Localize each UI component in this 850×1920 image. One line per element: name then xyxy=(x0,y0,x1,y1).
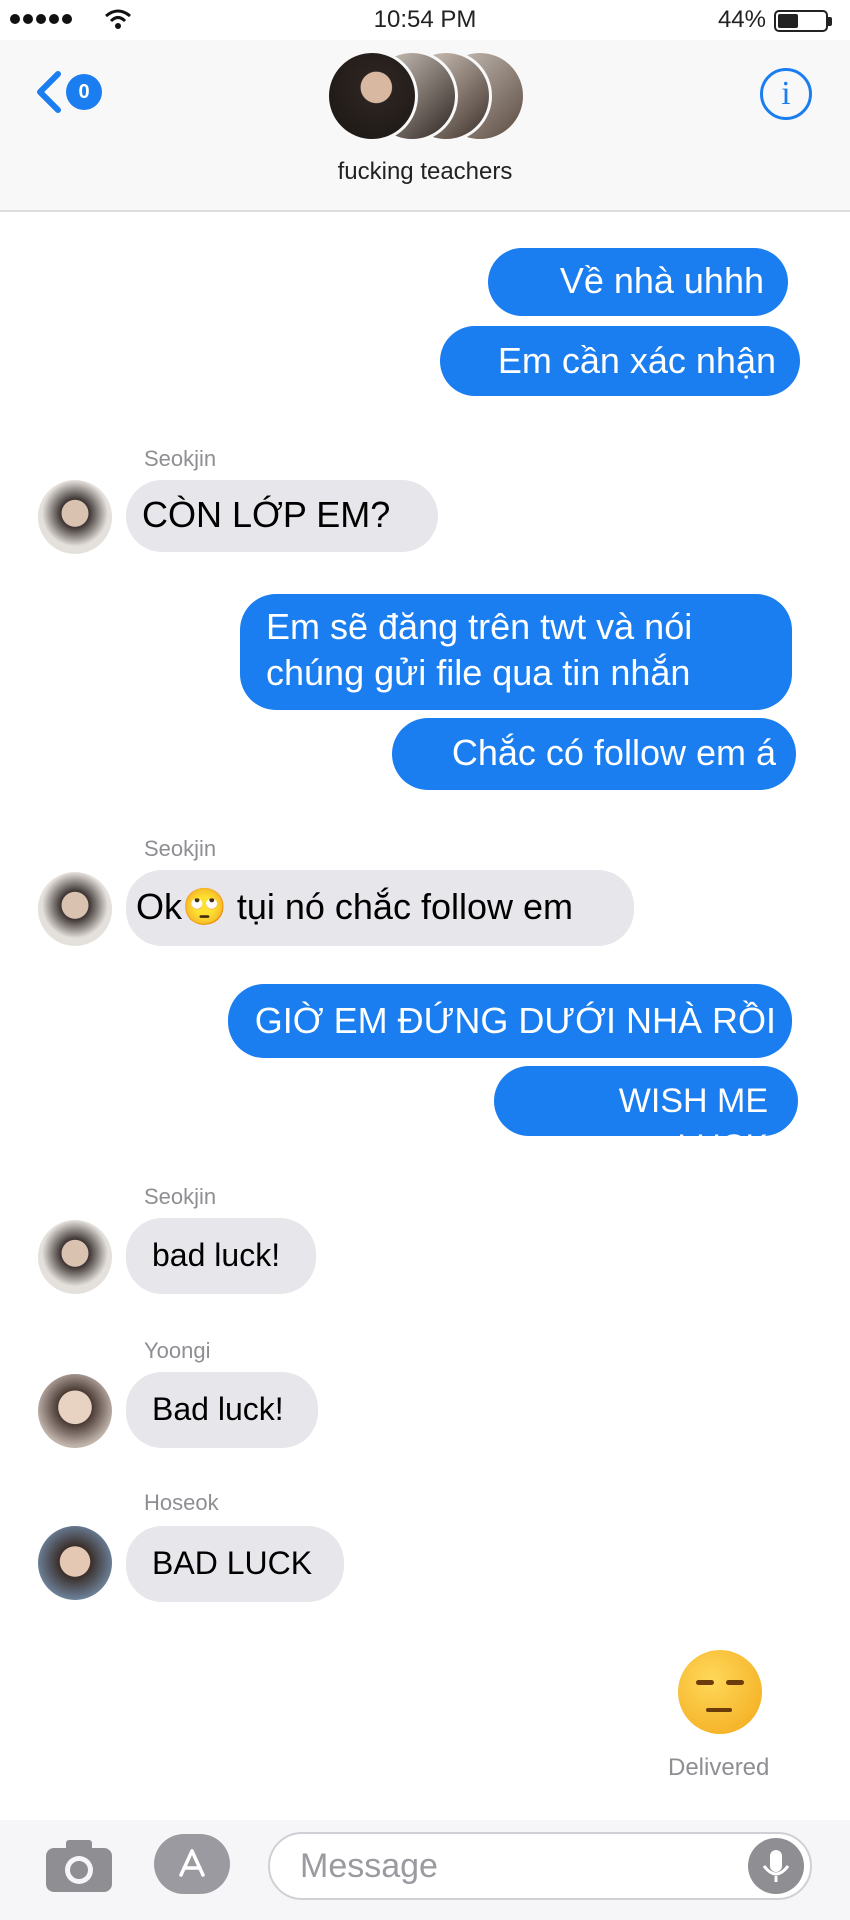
sender-name: Hoseok xyxy=(144,1490,219,1515)
message-text: BAD LUCK xyxy=(152,1545,313,1581)
sent-message[interactable]: Em sẽ đăng trên twt và nói chúng gửi fil… xyxy=(240,594,792,710)
sender-name: Seokjin xyxy=(144,446,217,471)
message-text: CÒN LỚP EM? xyxy=(142,494,391,535)
app-store-glyph xyxy=(179,1849,205,1877)
back-button[interactable]: 0 xyxy=(34,70,102,114)
avatar[interactable] xyxy=(38,1526,112,1600)
status-bar: 10:54 PM 44% xyxy=(0,0,850,40)
avatar[interactable] xyxy=(38,872,112,946)
received-message[interactable]: CÒN LỚP EM? xyxy=(126,480,438,552)
message-text: Chắc có follow em á xyxy=(451,732,776,773)
message-text: bad luck! xyxy=(152,1237,281,1273)
sent-message[interactable]: GIỜ EM ĐỨNG DƯỚI NHÀ RỒI xyxy=(228,984,792,1058)
info-icon: i xyxy=(781,75,791,112)
received-message[interactable]: Bad luck! xyxy=(126,1372,318,1448)
received-message[interactable]: bad luck! xyxy=(126,1218,316,1294)
sender-name: Yoongi xyxy=(144,1338,211,1363)
message-text: Ok🙄 tụi nó chắc follow em xyxy=(136,886,573,927)
battery-fill xyxy=(778,14,799,28)
message-text: Em cần xác nhận xyxy=(497,340,776,381)
battery-icon xyxy=(774,10,832,32)
message-text-line: chúng gửi file qua tin nhắn xyxy=(266,652,691,693)
sent-message[interactable]: WISH ME LUCK xyxy=(494,1066,798,1166)
sender-name: Seokjin xyxy=(144,1184,217,1209)
message-text: WISH ME LUCK xyxy=(618,1082,768,1166)
unamused-face-icon[interactable] xyxy=(678,1650,762,1734)
avatar[interactable] xyxy=(38,1374,112,1448)
camera-icon[interactable] xyxy=(44,1838,114,1894)
chevron-left-icon xyxy=(37,71,61,113)
info-button[interactable]: i xyxy=(760,68,812,120)
sent-message[interactable]: Về nhà uhhh xyxy=(488,248,788,316)
group-name[interactable]: fucking teachers xyxy=(0,158,850,186)
message-text: Bad luck! xyxy=(152,1391,284,1427)
avatar[interactable] xyxy=(38,1220,112,1294)
sender-name: Seokjin xyxy=(144,836,217,861)
group-member-avatar xyxy=(326,50,418,142)
sent-message[interactable]: Chắc có follow em á xyxy=(392,718,796,790)
sent-message[interactable]: Em cần xác nhận xyxy=(440,326,800,396)
compose-bar xyxy=(0,1820,850,1920)
received-message[interactable]: BAD LUCK xyxy=(126,1526,344,1602)
microphone-icon[interactable] xyxy=(748,1838,804,1894)
group-avatar-stack[interactable] xyxy=(326,50,526,146)
unread-count-badge: 0 xyxy=(66,74,102,110)
received-message[interactable]: Ok🙄 tụi nó chắc follow em xyxy=(126,870,634,946)
conversation-header: 0 fucking teachers i xyxy=(0,40,850,212)
app-store-icon[interactable] xyxy=(154,1834,230,1894)
delivered-status: Delivered xyxy=(668,1754,770,1781)
message-text: GIỜ EM ĐỨNG DƯỚI NHÀ RỒI xyxy=(254,1000,776,1041)
message-text-line: Em sẽ đăng trên twt và nói xyxy=(266,606,693,647)
message-text: Về nhà uhhh xyxy=(559,260,764,301)
battery-percentage: 44% xyxy=(717,6,766,33)
avatar[interactable] xyxy=(38,480,112,554)
message-input[interactable] xyxy=(268,1832,812,1900)
